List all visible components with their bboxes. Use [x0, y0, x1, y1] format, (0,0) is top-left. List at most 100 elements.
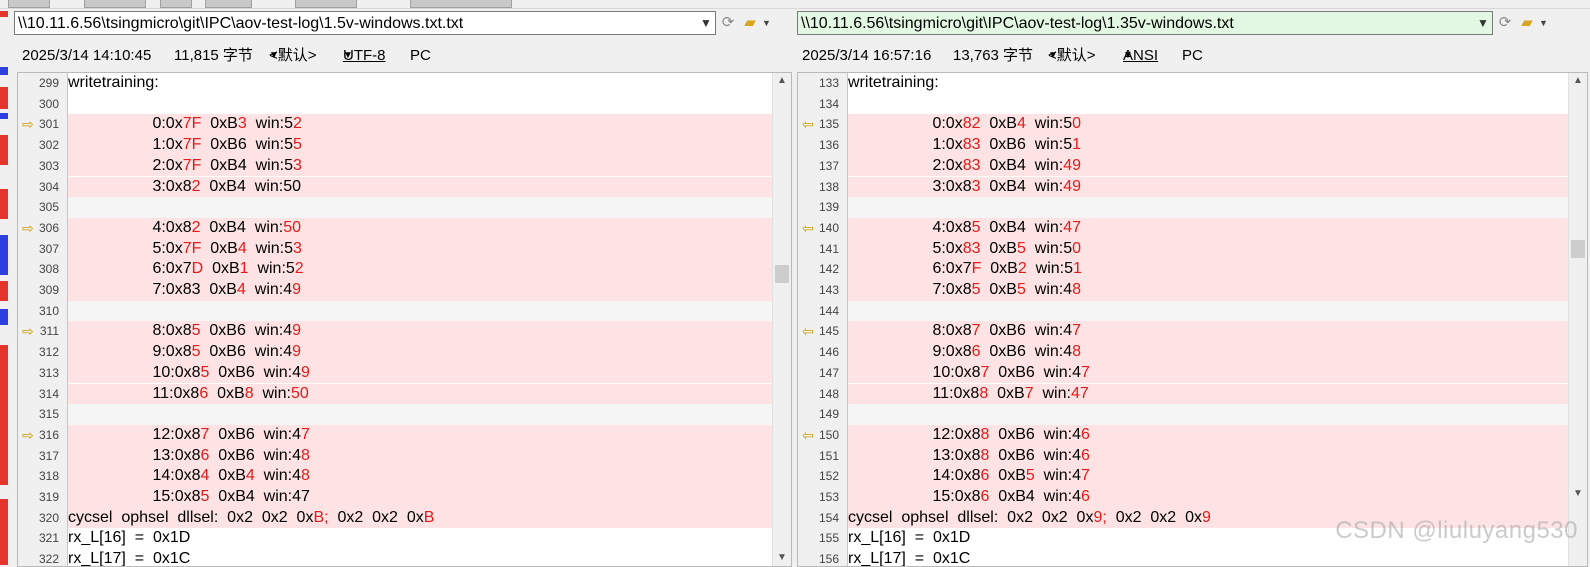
- code-line[interactable]: 151 13:0x88 0xB6 win:46: [798, 445, 1569, 467]
- copy-left-arrow-icon[interactable]: ⇦: [802, 221, 818, 235]
- copy-right-arrow-icon[interactable]: ⇨: [22, 428, 38, 442]
- left-file-size: 11,815 字节: [174, 47, 253, 64]
- code-line[interactable]: 308 6:0x7D 0xB1 win:52: [18, 259, 773, 280]
- diff-segment: B: [423, 508, 435, 526]
- code-line[interactable]: 300: [18, 94, 773, 115]
- code-line[interactable]: 315: [18, 404, 773, 425]
- code-line[interactable]: 310: [18, 300, 773, 322]
- code-line[interactable]: 305: [18, 197, 773, 218]
- code-line[interactable]: 318 14:0x84 0xB4 win:48: [18, 466, 773, 487]
- toolbar-button[interactable]: [295, 0, 357, 8]
- code-line[interactable]: 316 ⇨ 12:0x87 0xB6 win:47: [18, 424, 773, 446]
- code-line[interactable]: 314 11:0x86 0xB8 win:50: [18, 383, 773, 405]
- code-line[interactable]: 139: [798, 197, 1569, 218]
- chevron-down-icon[interactable]: ▼: [1539, 13, 1548, 33]
- code-line[interactable]: 146 9:0x86 0xB6 win:48: [798, 342, 1569, 363]
- code-line[interactable]: 319 15:0x85 0xB4 win:47: [18, 487, 773, 508]
- reload-icon[interactable]: ⟳: [1495, 13, 1515, 33]
- text-segment: 11:0x8: [68, 384, 200, 402]
- toolbar-button[interactable]: [160, 0, 192, 8]
- code-line[interactable]: 137 2:0x83 0xB4 win:49: [798, 155, 1569, 177]
- code-line[interactable]: 148 11:0x88 0xB7 win:47: [798, 383, 1569, 405]
- code-line[interactable]: 306 ⇨ 4:0x82 0xB4 win:50: [18, 217, 773, 239]
- diff-segment: 5: [191, 343, 201, 361]
- open-folder-icon[interactable]: ▰: [740, 13, 760, 33]
- right-path-input[interactable]: \\10.11.6.56\tsingmicro\git\IPC\aov-test…: [797, 11, 1493, 35]
- code-line[interactable]: 317 13:0x86 0xB6 win:48: [18, 445, 773, 467]
- diff-segment: 8: [1072, 343, 1082, 361]
- code-line[interactable]: 156 rx_L[17] = 0x1C: [798, 549, 1569, 566]
- right-vertical-scrollbar[interactable]: ▲ ▼: [1568, 73, 1587, 566]
- code-line[interactable]: 134: [798, 94, 1569, 115]
- code-line[interactable]: 152 14:0x86 0xB5 win:47: [798, 466, 1569, 487]
- code-line[interactable]: 311 ⇨ 8:0x85 0xB6 win:49: [18, 321, 773, 343]
- copy-left-arrow-icon[interactable]: ⇦: [802, 117, 818, 131]
- scroll-thumb[interactable]: [1571, 240, 1585, 258]
- code-line[interactable]: 133 writetraining:: [798, 73, 1569, 94]
- code-line[interactable]: 304 3:0x82 0xB4 win:50: [18, 176, 773, 198]
- line-text: 15:0x85 0xB4 win:47: [68, 487, 773, 508]
- code-line[interactable]: 309 7:0x83 0xB4 win:49: [18, 280, 773, 301]
- code-line[interactable]: 147 10:0x87 0xB6 win:47: [798, 362, 1569, 384]
- code-line[interactable]: 321 rx_L[16] = 0x1D: [18, 528, 773, 549]
- diff-segment: 83: [962, 156, 981, 174]
- overview-mark: [0, 11, 8, 17]
- code-line[interactable]: 313 10:0x85 0xB6 win:49: [18, 362, 773, 384]
- left-editor[interactable]: 299 writetraining: 300 301 ⇨ 0:0x7F 0xB3 win…: [17, 72, 792, 567]
- text-segment: win:5: [246, 115, 293, 133]
- toolbar-button[interactable]: [8, 0, 50, 8]
- code-line[interactable]: 142 6:0x7F 0xB2 win:51: [798, 259, 1569, 280]
- left-vertical-scrollbar[interactable]: ▲ ▼: [772, 73, 791, 566]
- toolbar-button[interactable]: [205, 0, 252, 8]
- code-line[interactable]: 302 1:0x7F 0xB6 win:55: [18, 135, 773, 156]
- copy-left-arrow-icon[interactable]: ⇦: [802, 428, 818, 442]
- code-line[interactable]: 149: [798, 404, 1569, 425]
- code-line[interactable]: 303 2:0x7F 0xB4 win:53: [18, 155, 773, 177]
- toolbar-button[interactable]: [410, 0, 512, 8]
- code-line[interactable]: 136 1:0x83 0xB6 win:51: [798, 135, 1569, 156]
- code-line[interactable]: 150 ⇦ 12:0x88 0xB6 win:46: [798, 424, 1569, 446]
- code-line[interactable]: 153 15:0x86 0xB4 win:46: [798, 487, 1569, 508]
- chevron-down-icon[interactable]: ▼: [1474, 11, 1492, 35]
- text-segment: win:: [1033, 384, 1071, 402]
- left-file-date: 2025/3/14 14:10:45: [22, 47, 152, 64]
- code-line[interactable]: 299 writetraining:: [18, 73, 773, 94]
- line-text: 6:0x7D 0xB1 win:52: [68, 259, 773, 280]
- right-editor[interactable]: 133 writetraining: 134 135 ⇦ 0:0x82 0xB4 win…: [797, 72, 1588, 567]
- code-line[interactable]: 141 5:0x83 0xB5 win:50: [798, 238, 1569, 260]
- right-eol[interactable]: PC: [1182, 45, 1203, 67]
- chevron-down-icon[interactable]: ▼: [697, 11, 715, 35]
- code-line[interactable]: 145 ⇦ 8:0x87 0xB6 win:47: [798, 321, 1569, 343]
- copy-right-arrow-icon[interactable]: ⇨: [22, 221, 38, 235]
- code-line[interactable]: 135 ⇦ 0:0x82 0xB4 win:50: [798, 114, 1569, 136]
- scroll-down-icon[interactable]: ▼: [1569, 486, 1587, 502]
- line-number: 153: [818, 490, 839, 504]
- open-folder-icon[interactable]: ▰: [1517, 13, 1537, 33]
- code-line[interactable]: 322 rx_L[17] = 0x1C: [18, 549, 773, 566]
- left-path-input[interactable]: \\10.11.6.56\tsingmicro\git\IPC\aov-test…: [14, 11, 716, 35]
- line-text: rx_L[17] = 0x1C: [68, 549, 773, 566]
- scroll-up-icon[interactable]: ▲: [1569, 73, 1587, 89]
- text-segment: 0x2 0x2 0x: [1106, 508, 1202, 526]
- code-line[interactable]: 320 cycsel ophsel dllsel: 0x2 0x2 0xB; 0x…: [18, 507, 773, 529]
- scroll-down-icon[interactable]: ▼: [773, 550, 791, 566]
- copy-right-arrow-icon[interactable]: ⇨: [22, 324, 38, 338]
- code-line[interactable]: 144: [798, 300, 1569, 322]
- code-line[interactable]: 138 3:0x83 0xB4 win:49: [798, 176, 1569, 198]
- reload-icon[interactable]: ⟳: [718, 13, 738, 33]
- line-number: 305: [38, 200, 59, 215]
- scroll-thumb[interactable]: [775, 265, 789, 283]
- code-line[interactable]: 301 ⇨ 0:0x7F 0xB3 win:52: [18, 114, 773, 136]
- text-segment: 3:0x8: [848, 177, 972, 195]
- code-line[interactable]: 312 9:0x85 0xB6 win:49: [18, 342, 773, 363]
- copy-left-arrow-icon[interactable]: ⇦: [802, 324, 818, 338]
- toolbar-button[interactable]: [84, 0, 146, 8]
- code-line[interactable]: 140 ⇦ 4:0x85 0xB4 win:47: [798, 217, 1569, 239]
- diff-overview-bar[interactable]: [0, 9, 11, 565]
- left-eol[interactable]: PC: [410, 45, 431, 67]
- scroll-up-icon[interactable]: ▲: [773, 73, 791, 89]
- copy-right-arrow-icon[interactable]: ⇨: [22, 117, 38, 131]
- code-line[interactable]: 307 5:0x7F 0xB4 win:53: [18, 238, 773, 260]
- chevron-down-icon[interactable]: ▼: [762, 13, 771, 33]
- code-line[interactable]: 143 7:0x85 0xB5 win:48: [798, 280, 1569, 301]
